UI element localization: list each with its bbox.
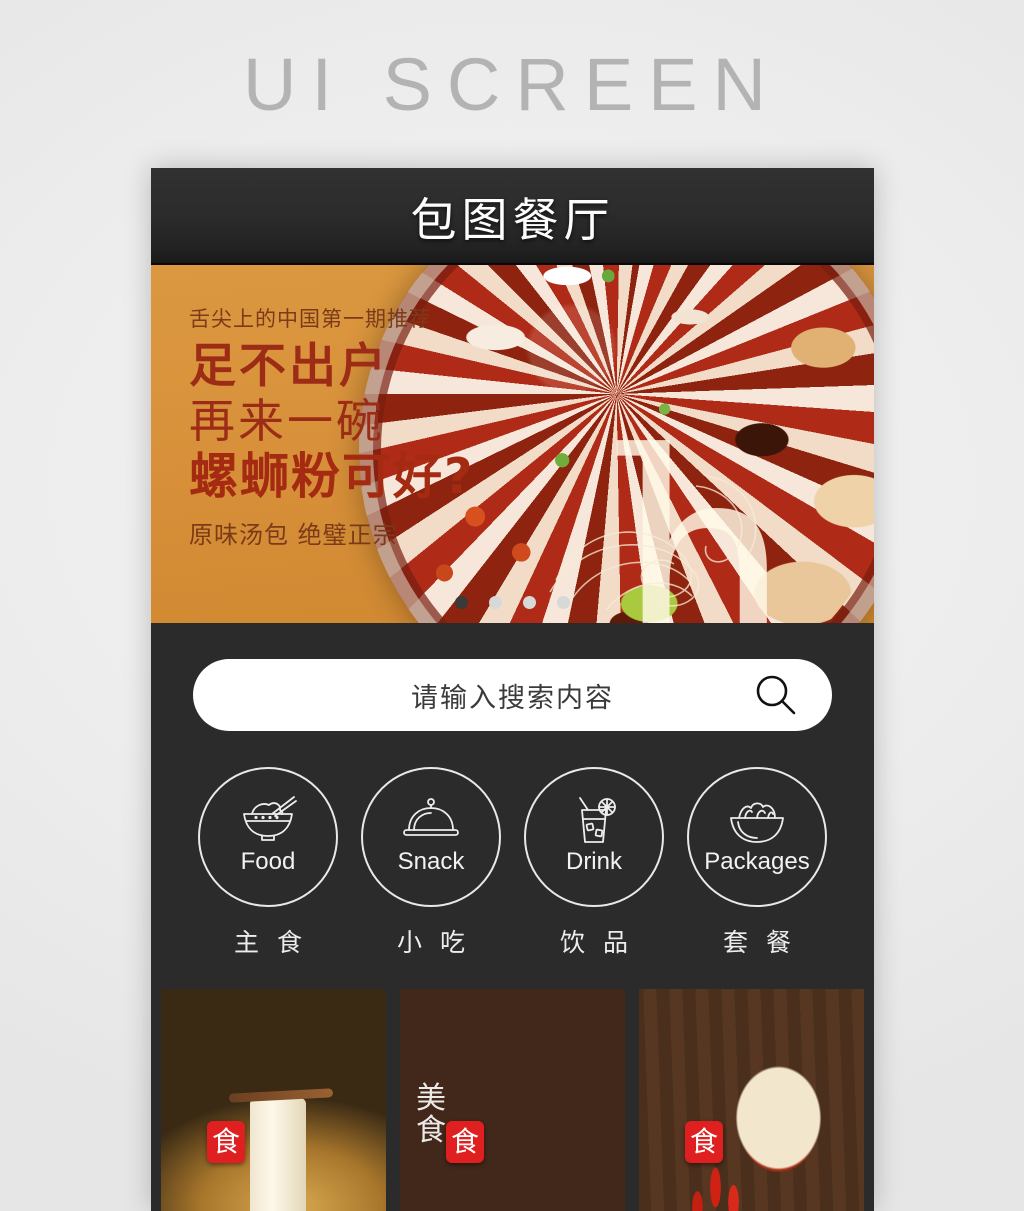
- food-card-row: 食 美食 食 食: [151, 989, 874, 1211]
- banner-copy: 舌尖上的中国第一期推荐 足不出户 再来一碗 螺蛳粉可好? 原味汤包 绝璧正宗: [189, 303, 489, 550]
- category-label-cn-packages: 套 餐: [723, 928, 796, 957]
- banner-headline-3: 螺蛳粉可好?: [189, 447, 475, 505]
- chili-sauce-card[interactable]: 食: [639, 989, 864, 1211]
- stamp-badge: 食: [207, 1121, 245, 1163]
- category-nav: Food 主 食 Snack 小 吃 Drink 饮 品 Packages 套 …: [151, 731, 874, 989]
- category-label-cn-food: 主 食: [234, 928, 307, 957]
- category-circle-packages[interactable]: Packages: [687, 767, 827, 907]
- carousel-dot-3[interactable]: [523, 596, 536, 609]
- spices-and-noodles-card[interactable]: 美食 食: [400, 989, 625, 1211]
- category-label-en-snack: Snack: [397, 848, 465, 875]
- category-item-packages[interactable]: Packages 套 餐: [682, 767, 832, 959]
- card-overlay-text: 美食: [416, 1081, 446, 1148]
- search-icon[interactable]: [752, 671, 800, 719]
- page-title: 包图餐厅: [410, 192, 615, 247]
- category-circle-drink[interactable]: Drink: [524, 767, 664, 907]
- rice-bowl-chopsticks-icon: [243, 796, 297, 841]
- category-item-drink[interactable]: Drink 饮 品: [519, 767, 669, 959]
- promo-banner-carousel[interactable]: h 舌尖上的中国第一期推荐 足不出户 再来一碗 螺蛳粉可好? 原味汤包 绝璧正宗: [151, 265, 874, 623]
- page-watermark: UI SCREEN: [243, 43, 781, 126]
- banner-headline-1: 足不出户: [189, 339, 389, 394]
- search-placeholder: 请输入搜索内容: [411, 682, 614, 714]
- banner-subline: 原味汤包 绝璧正宗: [189, 520, 398, 549]
- category-label-en-packages: Packages: [704, 848, 810, 875]
- noodles-in-bowl-card[interactable]: 食: [161, 989, 386, 1211]
- carousel-dot-4[interactable]: [557, 596, 570, 609]
- category-item-snack[interactable]: Snack 小 吃: [356, 767, 506, 959]
- salad-bowl-icon: [730, 802, 784, 843]
- category-label-en-drink: Drink: [565, 848, 622, 875]
- category-label-cn-snack: 小 吃: [397, 928, 470, 957]
- category-circle-snack[interactable]: Snack: [361, 767, 501, 907]
- app-header: 包图餐厅: [151, 168, 874, 265]
- banner-kicker: 舌尖上的中国第一期推荐: [189, 307, 431, 331]
- category-circle-food[interactable]: Food: [198, 767, 338, 907]
- stamp-badge: 食: [446, 1121, 484, 1163]
- carousel-dot-1[interactable]: [455, 596, 468, 609]
- banner-headline-2: 再来一碗: [189, 393, 385, 448]
- phone-mockup: 包图餐厅 h 舌尖上的中国第一期推荐 足不出户 再来一碗 螺蛳粉可好? 原味汤包…: [151, 168, 874, 1211]
- cloche-dish-icon: [403, 798, 459, 836]
- search-section: 请输入搜索内容: [151, 623, 874, 731]
- carousel-dot-2[interactable]: [489, 596, 502, 609]
- stamp-badge: 食: [685, 1121, 723, 1163]
- category-label-en-food: Food: [240, 848, 296, 875]
- category-item-food[interactable]: Food 主 食: [193, 767, 343, 959]
- carousel-dots[interactable]: [151, 596, 874, 609]
- category-label-cn-drink: 饮 品: [560, 928, 633, 957]
- cup-with-straw-icon: [579, 797, 616, 843]
- search-input[interactable]: 请输入搜索内容: [193, 659, 832, 731]
